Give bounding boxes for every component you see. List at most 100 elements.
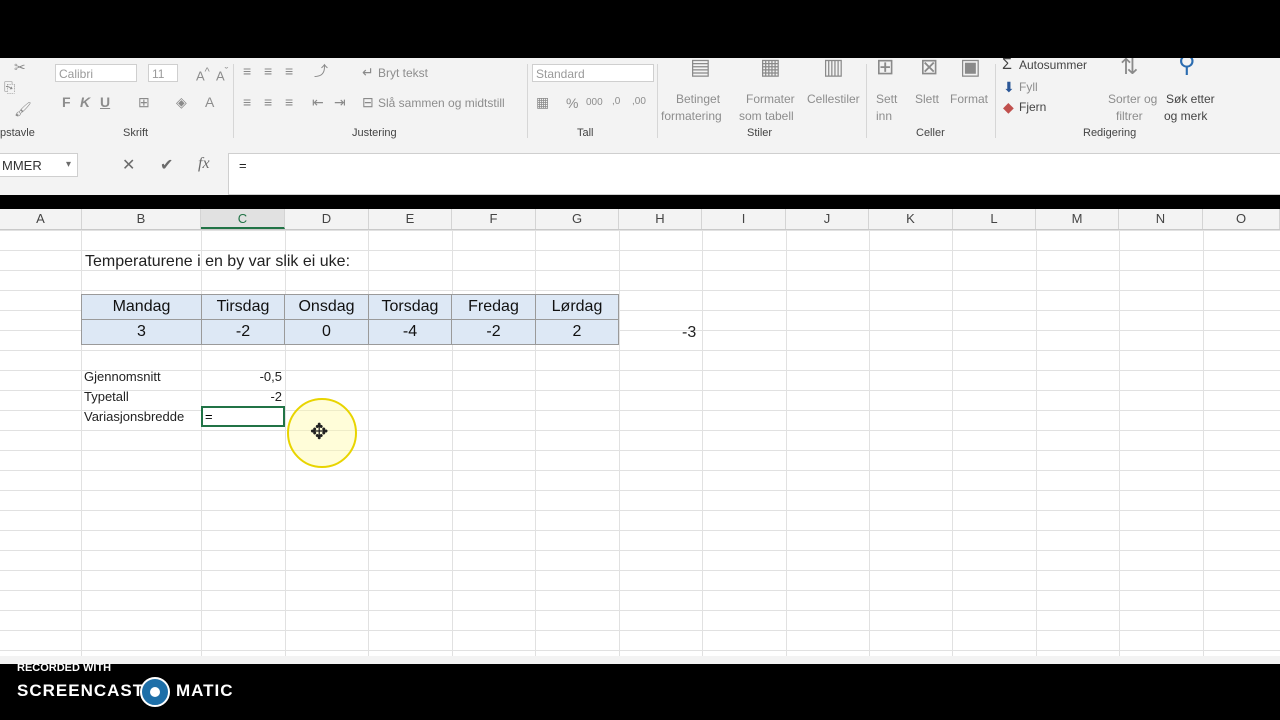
column-header-g[interactable]: G: [536, 209, 619, 229]
stat-value-mean[interactable]: -0,5: [200, 369, 282, 384]
increase-decimal-icon[interactable]: ,0: [612, 96, 620, 107]
fill-color-icon[interactable]: ◈: [176, 95, 187, 109]
cancel-button[interactable]: ✕: [122, 155, 135, 175]
increase-indent-icon[interactable]: ⇥: [334, 95, 346, 109]
merge-icon[interactable]: ⊟: [362, 95, 374, 109]
sort-label-1[interactable]: Sorter og: [1108, 92, 1157, 106]
insert-label-2[interactable]: inn: [876, 109, 892, 123]
column-header-b[interactable]: B: [82, 209, 201, 229]
column-header-e[interactable]: E: [369, 209, 452, 229]
align-bottom-icon[interactable]: ≡: [285, 64, 293, 78]
stat-label-mode[interactable]: Typetall: [84, 389, 129, 404]
cond-format-label-2[interactable]: formatering: [661, 109, 722, 123]
sheet-title[interactable]: Temperaturene i en by var slik ei uke:: [85, 253, 350, 271]
sort-label-2[interactable]: filtrer: [1116, 109, 1143, 123]
orientation-icon[interactable]: ⤴: [314, 64, 328, 78]
temp-cell[interactable]: -2: [201, 319, 285, 345]
divider: [657, 64, 658, 138]
group-editing-label: Redigering: [1083, 127, 1137, 139]
column-header-i[interactable]: I: [702, 209, 786, 229]
align-middle-icon[interactable]: ≡: [264, 64, 272, 78]
autosum-button[interactable]: Autosummer: [1019, 58, 1087, 72]
column-header-d[interactable]: D: [285, 209, 369, 229]
clear-button[interactable]: Fjern: [1019, 100, 1046, 114]
column-header-l[interactable]: L: [953, 209, 1036, 229]
ribbon: ✂ ⎘ 🖌 Calibri 11 A^ Aˇ F K U ⊞ ◈ A ≡ ≡ ≡…: [0, 58, 1280, 145]
decrease-indent-icon[interactable]: ⇤: [312, 95, 324, 109]
align-center-icon[interactable]: ≡: [264, 95, 272, 109]
cond-format-label-1[interactable]: Betinget: [676, 92, 720, 106]
column-headers: A B C D E F G H I J K L M N O: [0, 209, 1280, 230]
column-header-k[interactable]: K: [869, 209, 953, 229]
wrap-text-icon[interactable]: ↵: [362, 65, 374, 79]
column-header-n[interactable]: N: [1119, 209, 1203, 229]
temp-cell[interactable]: 2: [535, 319, 619, 345]
font-color-icon[interactable]: A: [205, 94, 214, 110]
column-header-j[interactable]: J: [786, 209, 869, 229]
format-button[interactable]: Format: [950, 92, 988, 106]
temp-cell[interactable]: 0: [284, 319, 369, 345]
temp-cell[interactable]: -2: [451, 319, 536, 345]
underline-button[interactable]: U: [100, 94, 110, 110]
day-cell[interactable]: Tirsdag: [201, 294, 285, 320]
day-cell[interactable]: Torsdag: [368, 294, 452, 320]
copy-icon[interactable]: ⎘: [4, 80, 15, 94]
column-header-h[interactable]: H: [619, 209, 702, 229]
align-right-icon[interactable]: ≡: [285, 95, 293, 109]
format-painter-icon[interactable]: 🖌: [14, 102, 32, 116]
day-cell[interactable]: Fredag: [451, 294, 536, 320]
comma-style-icon[interactable]: 000: [586, 97, 603, 108]
find-label-2[interactable]: og merk: [1164, 109, 1207, 123]
grow-font-icon[interactable]: A^: [196, 66, 210, 83]
sheet-tabs-strip: [0, 656, 1280, 664]
grid-line: [952, 230, 953, 656]
font-name-select[interactable]: Calibri: [55, 64, 137, 82]
stat-value-mode[interactable]: -2: [200, 389, 282, 404]
cell-styles-button[interactable]: Cellestiler: [807, 92, 860, 106]
day-cell[interactable]: Lørdag: [535, 294, 619, 320]
wrap-text-button[interactable]: Bryt tekst: [378, 66, 428, 80]
column-header-f[interactable]: F: [452, 209, 536, 229]
italic-button[interactable]: K: [80, 94, 90, 110]
font-size-select[interactable]: 11: [148, 64, 178, 82]
accounting-icon[interactable]: ▦: [536, 95, 549, 109]
conditional-format-icon: ▤: [690, 58, 711, 79]
align-left-icon[interactable]: ≡: [243, 95, 251, 109]
column-header-a[interactable]: A: [0, 209, 82, 229]
bold-button[interactable]: F: [62, 94, 71, 110]
grid-line: [1036, 230, 1037, 656]
column-header-c[interactable]: C: [201, 209, 285, 229]
h-value-cell[interactable]: -3: [682, 324, 696, 342]
formula-input[interactable]: =: [228, 153, 1280, 195]
table-row: 3 -2 0 -4 -2 2: [81, 319, 619, 345]
temp-cell[interactable]: 3: [81, 319, 202, 345]
enter-button[interactable]: ✔: [160, 155, 173, 175]
delete-button[interactable]: Slett: [915, 92, 939, 106]
temp-cell[interactable]: -4: [368, 319, 452, 345]
insert-function-button[interactable]: fx: [198, 155, 210, 173]
column-header-o[interactable]: O: [1203, 209, 1280, 229]
grid-line: [869, 230, 870, 656]
merge-center-button[interactable]: Slå sammen og midtstill: [378, 96, 505, 110]
format-table-label-1[interactable]: Formater: [746, 92, 795, 106]
active-cell[interactable]: =: [201, 406, 285, 427]
border-icon[interactable]: ⊞: [138, 95, 150, 109]
cut-icon[interactable]: ✂: [14, 60, 26, 74]
grid-line: [702, 230, 703, 656]
align-top-icon[interactable]: ≡: [243, 64, 251, 78]
formula-bar: MMER ▾ ✕ ✔ fx =: [0, 144, 1280, 195]
number-format-select[interactable]: Standard: [532, 64, 654, 82]
shrink-font-icon[interactable]: Aˇ: [216, 66, 228, 83]
column-header-m[interactable]: M: [1036, 209, 1119, 229]
fill-button[interactable]: Fyll: [1019, 80, 1038, 94]
insert-label-1[interactable]: Sett: [876, 92, 897, 106]
stat-label-range[interactable]: Variasjonsbredde: [84, 409, 184, 424]
stat-label-mean[interactable]: Gjennomsnitt: [84, 369, 161, 384]
name-box-dropdown-icon[interactable]: ▾: [66, 159, 71, 170]
find-label-1[interactable]: Søk etter: [1166, 92, 1215, 106]
day-cell[interactable]: Mandag: [81, 294, 202, 320]
decrease-decimal-icon[interactable]: ,00: [632, 96, 646, 107]
day-cell[interactable]: Onsdag: [284, 294, 369, 320]
format-table-label-2[interactable]: som tabell: [739, 109, 794, 123]
percent-icon[interactable]: %: [566, 95, 578, 111]
